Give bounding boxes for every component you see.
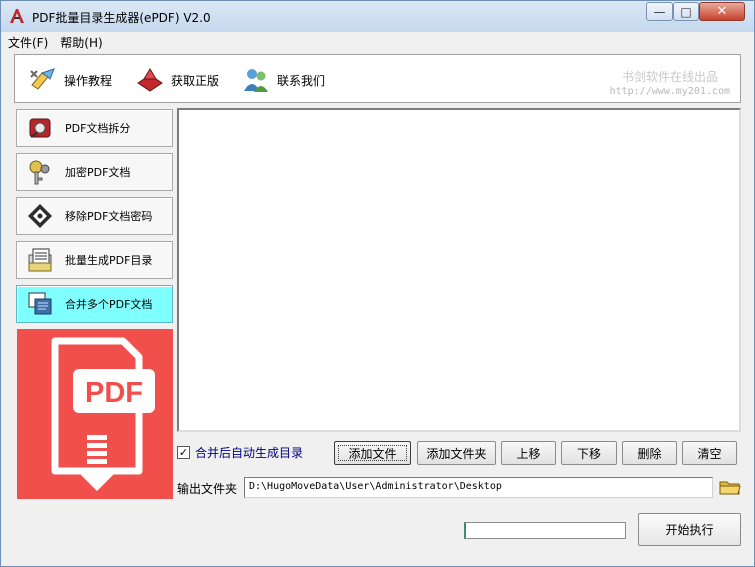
nav-encrypt-pdf[interactable]: 加密PDF文档	[16, 153, 173, 191]
brand-url[interactable]: http://www.my201.com	[610, 86, 730, 97]
pdf-graphic-text: PDF	[85, 377, 143, 409]
nav-generate-toc[interactable]: 批量生成PDF目录	[16, 241, 173, 279]
progress-bar	[464, 522, 626, 539]
close-button[interactable]: ✕	[699, 2, 745, 21]
purchase-icon	[137, 68, 163, 92]
split-pdf-icon	[29, 118, 51, 138]
toolbar-tutorial[interactable]: 操作教程	[28, 65, 112, 95]
app-window: PDF批量目录生成器(ePDF) V2.0 — □ ✕ 文件(F) 帮助(H) …	[0, 0, 755, 567]
app-logo-icon	[10, 9, 24, 23]
window-title: PDF批量目录生成器(ePDF) V2.0	[32, 11, 211, 25]
auto-toc-option[interactable]: ✓ 合并后自动生成目录	[177, 444, 303, 461]
add-file-button[interactable]: 添加文件	[334, 441, 411, 465]
maximize-icon: □	[680, 4, 692, 19]
toolbar-contact[interactable]: 联系我们	[241, 65, 325, 95]
move-down-button[interactable]: 下移	[561, 441, 617, 465]
maximize-button[interactable]: □	[673, 2, 699, 21]
close-icon: ✕	[716, 4, 728, 19]
nav-generate-toc-label: 批量生成PDF目录	[65, 254, 153, 267]
nav-merge-pdf[interactable]: 合并多个PDF文档	[16, 285, 173, 323]
menu-file[interactable]: 文件(F)	[2, 34, 54, 51]
move-up-button[interactable]: 上移	[501, 441, 556, 465]
nav-split-pdf-label: PDF文档拆分	[65, 122, 131, 135]
minimize-button[interactable]: —	[646, 2, 673, 21]
delete-button[interactable]: 删除	[622, 441, 677, 465]
toolbar-contact-label: 联系我们	[277, 73, 326, 88]
nav-remove-password-label: 移除PDF文档密码	[65, 210, 153, 223]
toolbar: 操作教程 获取正版 联系我们 书剑软件在线出品 http://www.my201…	[14, 54, 741, 103]
auto-toc-checkbox[interactable]: ✓	[177, 446, 190, 459]
menu-help[interactable]: 帮助(H)	[54, 34, 108, 51]
auto-toc-label[interactable]: 合并后自动生成目录	[195, 444, 303, 461]
browse-folder-icon[interactable]	[719, 478, 741, 496]
output-folder-field[interactable]: D:\HugoMoveData\User\Administrator\Deskt…	[244, 477, 713, 498]
start-button[interactable]: 开始执行	[638, 513, 741, 546]
merge-pdf-icon	[28, 292, 52, 315]
pdf-document-icon: PDF	[51, 337, 155, 491]
pdf-graphic: PDF	[17, 329, 173, 499]
generate-toc-icon	[28, 248, 52, 272]
file-list[interactable]	[177, 108, 741, 432]
remove-password-icon	[28, 204, 52, 228]
nav-encrypt-pdf-label: 加密PDF文档	[65, 166, 131, 179]
tutorial-icon	[30, 68, 55, 90]
nav-split-pdf[interactable]: PDF文档拆分	[16, 109, 173, 147]
title-bar[interactable]: PDF批量目录生成器(ePDF) V2.0 — □ ✕	[1, 1, 754, 32]
contact-icon	[244, 69, 268, 92]
menu-bar: 文件(F) 帮助(H)	[2, 32, 753, 52]
minimize-icon: —	[653, 4, 666, 19]
toolbar-tutorial-label: 操作教程	[64, 73, 113, 88]
nav-merge-pdf-label: 合并多个PDF文档	[65, 298, 153, 311]
output-folder-label: 输出文件夹	[177, 482, 238, 496]
brand-name: 书剑软件在线出品	[621, 70, 718, 84]
clear-button[interactable]: 清空	[682, 441, 737, 465]
encrypt-key-icon	[29, 160, 50, 185]
toolbar-purchase-label: 获取正版	[171, 73, 220, 88]
toolbar-purchase[interactable]: 获取正版	[135, 65, 219, 95]
nav-remove-password[interactable]: 移除PDF文档密码	[16, 197, 173, 235]
add-folder-button[interactable]: 添加文件夹	[417, 441, 496, 465]
